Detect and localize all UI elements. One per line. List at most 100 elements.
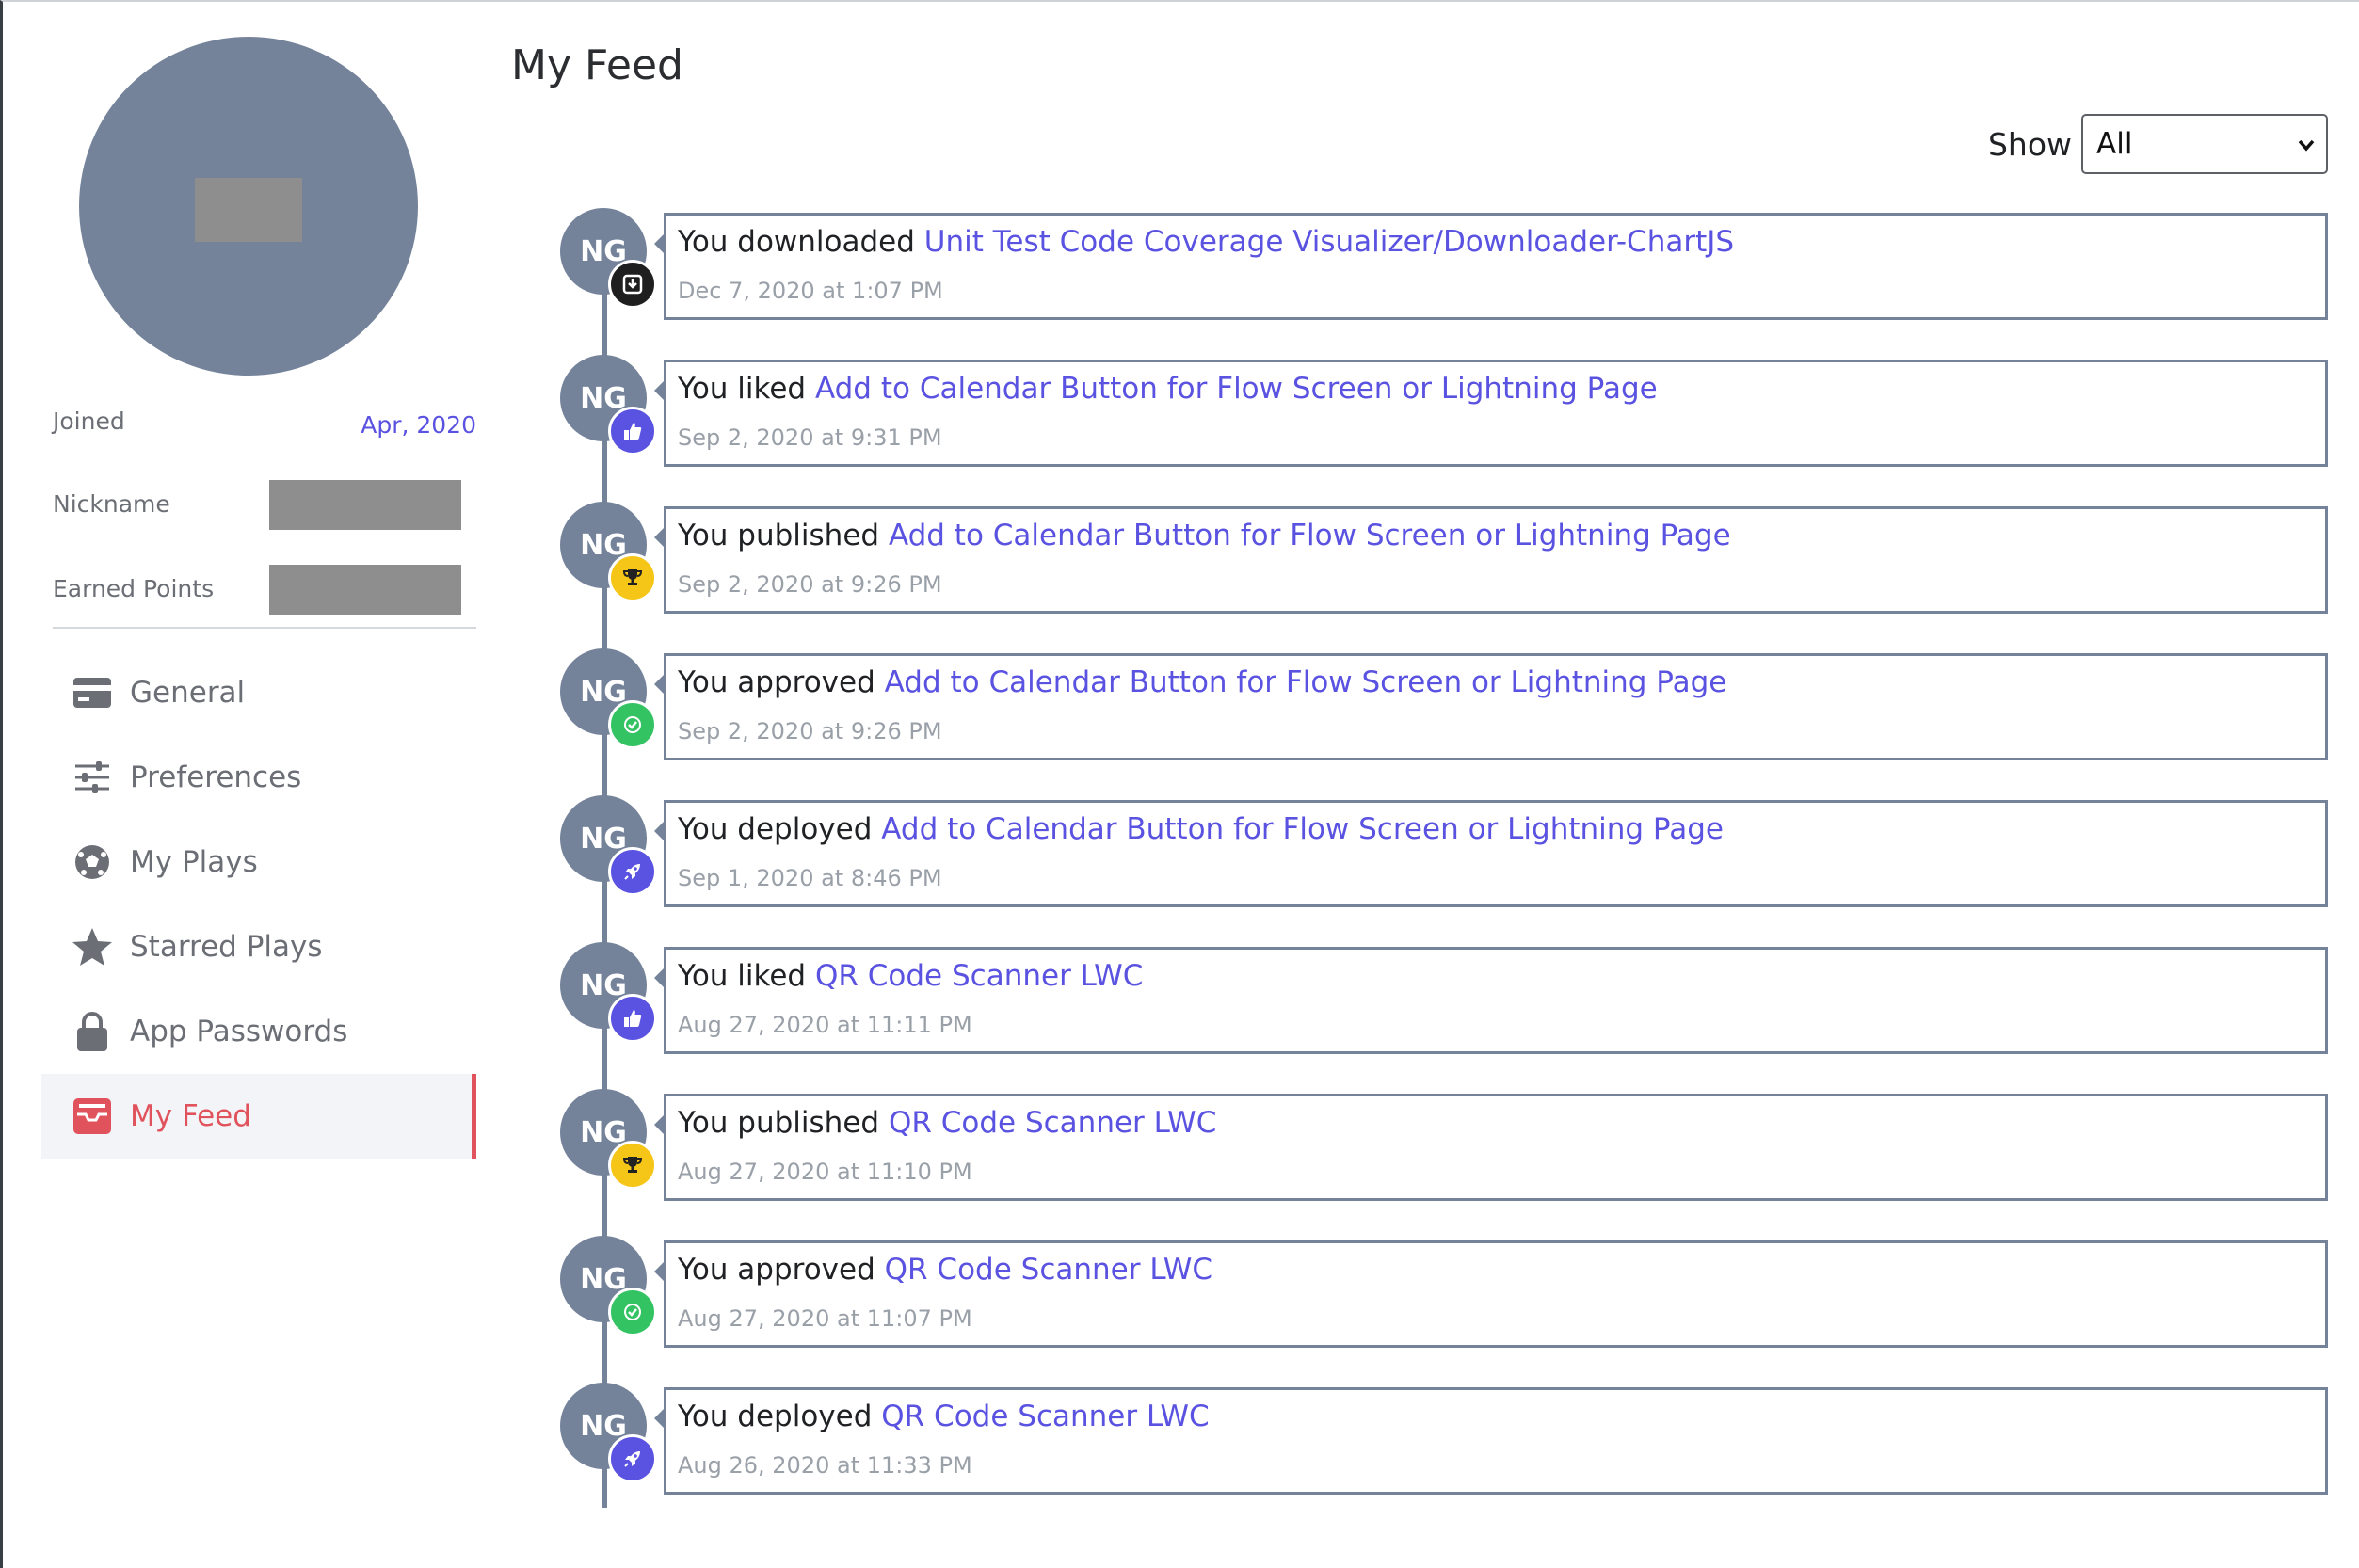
rocket-icon [608, 1434, 657, 1483]
card-notch [654, 1409, 664, 1428]
feed-card: You liked Add to Calendar Button for Flo… [654, 360, 2328, 467]
sliders-icon [72, 757, 113, 798]
points-label: Earned Points [53, 575, 215, 602]
feed-target-link[interactable]: QR Code Scanner LWC [815, 959, 1143, 993]
nickname-redaction [269, 480, 461, 530]
check-icon [608, 700, 657, 749]
profile-avatar[interactable] [79, 37, 418, 376]
page-title: My Feed [511, 41, 683, 89]
feed-timestamp: Sep 1, 2020 at 8:46 PM [678, 865, 942, 891]
card-notch [654, 381, 664, 400]
feed-item: NG You approved Add to Calendar Button f… [560, 648, 2328, 764]
card-notch [654, 675, 664, 694]
card-icon [72, 672, 113, 713]
feed-item: NG You liked QR Code Scanner LWC Aug 27,… [560, 942, 2328, 1058]
feed-text: You deployed Add to Calendar Button for … [678, 812, 1724, 846]
feed-timestamp: Dec 7, 2020 at 1:07 PM [678, 278, 943, 304]
sidebar-item-starred-plays[interactable]: Starred Plays [41, 904, 476, 989]
show-label: Show [1987, 125, 2072, 163]
sidebar-item-my-plays[interactable]: My Plays [41, 820, 476, 904]
feed-item: NG You deployed QR Code Scanner LWC Aug … [560, 1383, 2328, 1498]
sidebar-item-label: My Plays [130, 845, 258, 879]
feed-action: You liked [678, 959, 807, 993]
inbox-icon [72, 1096, 113, 1137]
joined-label: Joined [53, 408, 125, 435]
feed-timestamp: Aug 27, 2020 at 11:11 PM [678, 1012, 972, 1038]
sidebar-item-label: My Feed [130, 1099, 251, 1133]
sidebar-item-general[interactable]: General [41, 650, 476, 735]
trophy-icon [608, 553, 657, 602]
show-select[interactable]: All [2081, 114, 2328, 174]
feed-action: You liked [678, 372, 807, 406]
feed-target-link[interactable]: Add to Calendar Button for Flow Screen o… [815, 372, 1658, 406]
show-filter: Show All [1988, 113, 2328, 175]
feed-action: You approved [678, 665, 875, 699]
sidebar-item-label: App Passwords [130, 1015, 348, 1048]
feed-action: You deployed [678, 812, 873, 846]
feed-text: You approved Add to Calendar Button for … [678, 665, 1726, 699]
main-content: My Feed Show All NG You downloaded Unit … [511, 2, 2328, 1568]
sidebar-item-my-feed[interactable]: My Feed [41, 1074, 476, 1159]
feed-text: You published QR Code Scanner LWC [678, 1106, 1216, 1140]
card-notch [654, 528, 664, 547]
feed-item: NG You deployed Add to Calendar Button f… [560, 795, 2328, 911]
feed-target-link[interactable]: QR Code Scanner LWC [889, 1106, 1216, 1140]
sidebar-item-app-passwords[interactable]: App Passwords [41, 989, 476, 1074]
feed-timestamp: Aug 26, 2020 at 11:33 PM [678, 1452, 972, 1479]
feed-card: You published Add to Calendar Button for… [654, 506, 2328, 614]
feed-card: You deployed QR Code Scanner LWC Aug 26,… [654, 1387, 2328, 1495]
check-icon [608, 1288, 657, 1336]
feed-item: NG You downloaded Unit Test Code Coverag… [560, 208, 2328, 324]
feed-item: NG You liked Add to Calendar Button for … [560, 355, 2328, 471]
feed-target-link[interactable]: Add to Calendar Button for Flow Screen o… [881, 812, 1724, 846]
joined-value: Apr, 2020 [361, 411, 476, 439]
feed-action: You approved [678, 1253, 875, 1287]
sidebar: Joined Apr, 2020 Nickname Earned Points … [39, 2, 481, 1568]
feed-timestamp: Sep 2, 2020 at 9:26 PM [678, 571, 942, 598]
thumbs-up-icon [608, 994, 657, 1043]
feed-text: You published Add to Calendar Button for… [678, 519, 1731, 552]
sidebar-nav: General Preferences My Plays Starred Pla… [41, 650, 476, 1159]
feed-text: You downloaded Unit Test Code Coverage V… [678, 225, 1734, 259]
lock-icon [72, 1011, 113, 1052]
feed-target-link[interactable]: QR Code Scanner LWC [885, 1253, 1212, 1287]
feed-text: You liked QR Code Scanner LWC [678, 959, 1143, 993]
rocket-icon [608, 847, 657, 896]
feed-timestamp: Sep 2, 2020 at 9:26 PM [678, 718, 942, 744]
card-notch [654, 234, 664, 253]
card-notch [654, 1262, 664, 1281]
feed-item: NG You published QR Code Scanner LWC Aug… [560, 1089, 2328, 1205]
nickname-label: Nickname [53, 490, 170, 518]
feed-target-link[interactable]: QR Code Scanner LWC [881, 1400, 1209, 1433]
feed-text: You deployed QR Code Scanner LWC [678, 1400, 1210, 1433]
star-icon [72, 926, 113, 968]
points-redaction [269, 565, 461, 615]
feed-text: You liked Add to Calendar Button for Flo… [678, 372, 1658, 406]
sidebar-item-label: Preferences [130, 760, 302, 794]
soccer-ball-icon [72, 841, 113, 883]
show-select-value: All [2096, 127, 2133, 161]
feed-card: You approved Add to Calendar Button for … [654, 653, 2328, 760]
feed-item: NG You published Add to Calendar Button … [560, 502, 2328, 617]
feed-item: NG You approved QR Code Scanner LWC Aug … [560, 1236, 2328, 1352]
sidebar-divider [53, 627, 476, 629]
feed-action: You deployed [678, 1400, 873, 1433]
chevron-down-icon [2296, 131, 2317, 167]
trophy-icon [608, 1141, 657, 1190]
feed-card: You approved QR Code Scanner LWC Aug 27,… [654, 1240, 2328, 1348]
feed-card: You published QR Code Scanner LWC Aug 27… [654, 1094, 2328, 1201]
feed-card: You downloaded Unit Test Code Coverage V… [654, 213, 2328, 320]
avatar-redaction [195, 178, 302, 242]
feed-target-link[interactable]: Add to Calendar Button for Flow Screen o… [889, 519, 1731, 552]
feed-text: You approved QR Code Scanner LWC [678, 1253, 1212, 1287]
feed-action: You downloaded [678, 225, 915, 259]
feed-target-link[interactable]: Unit Test Code Coverage Visualizer/Downl… [924, 225, 1734, 259]
feed-target-link[interactable]: Add to Calendar Button for Flow Screen o… [885, 665, 1727, 699]
feed-action: You published [678, 519, 880, 552]
sidebar-item-preferences[interactable]: Preferences [41, 735, 476, 820]
sidebar-item-label: General [130, 676, 246, 710]
sidebar-item-label: Starred Plays [130, 930, 323, 964]
feed-timestamp: Aug 27, 2020 at 11:07 PM [678, 1305, 972, 1332]
card-notch [654, 968, 664, 987]
nickname-row: Nickname [53, 476, 476, 533]
